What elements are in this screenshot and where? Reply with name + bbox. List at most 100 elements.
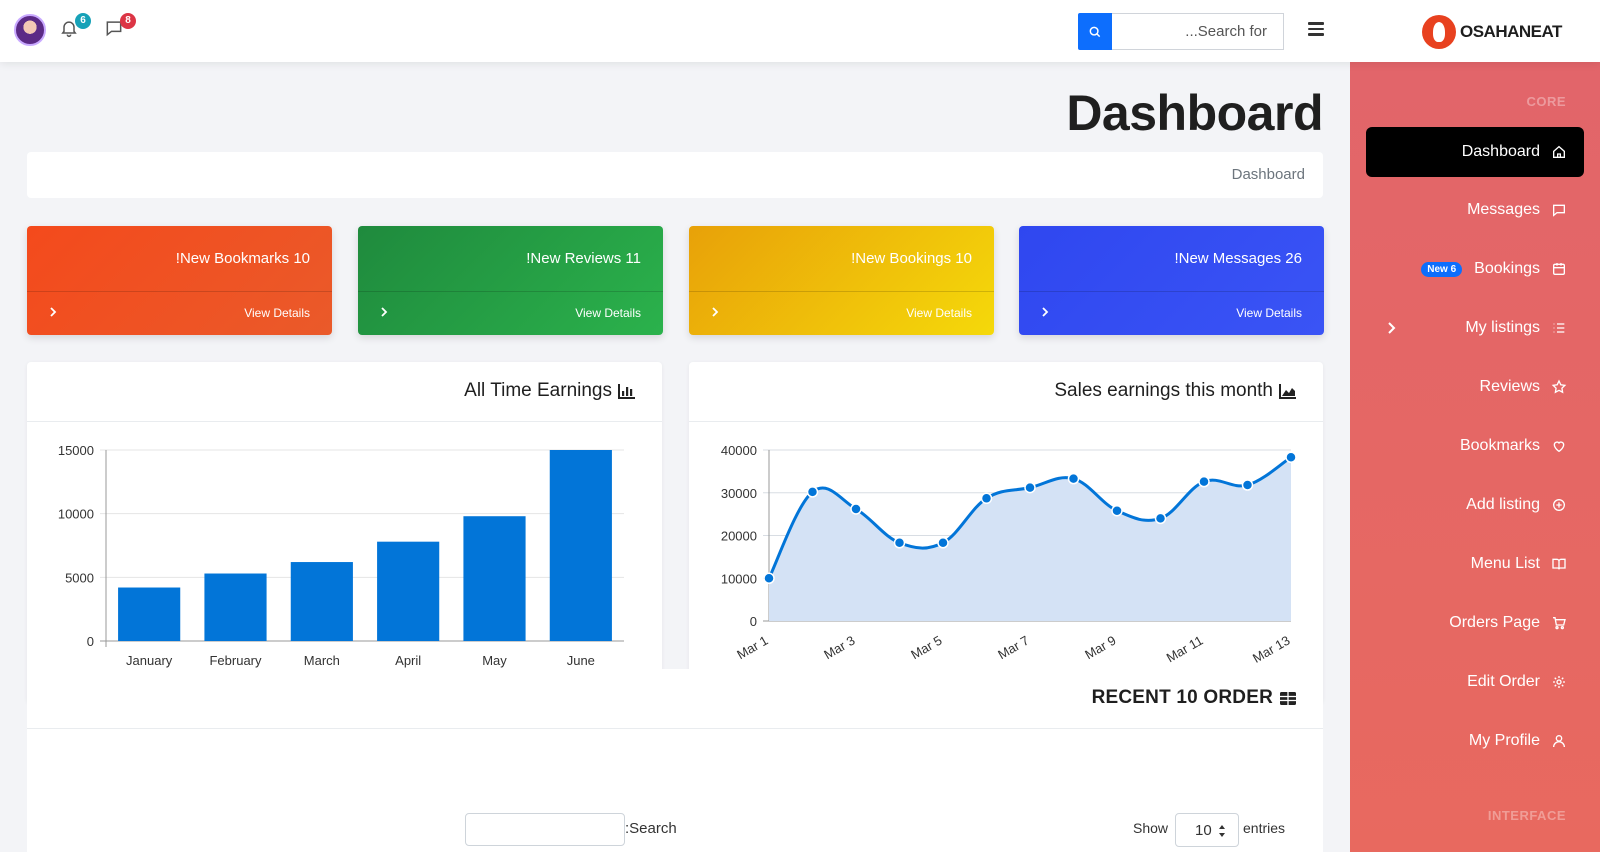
cart-icon (1550, 614, 1568, 632)
star-icon (1550, 378, 1568, 396)
search-button[interactable] (1078, 13, 1112, 50)
y-tick-label: 30000 (721, 486, 757, 501)
stat-title: !New Reviews 11 (526, 250, 641, 267)
area-chart-icon (1279, 384, 1296, 399)
data-point (806, 486, 819, 498)
sidebar-item-reviews[interactable]: Reviews (1366, 362, 1584, 412)
sidebar-item-label: Orders Page (1449, 614, 1540, 631)
bar (549, 450, 612, 641)
y-tick-label: 5000 (65, 570, 94, 585)
sales-chart-card: Sales earnings this month 0 10000 20000 300… (689, 362, 1323, 703)
sales-area-chart: 0 10000 20000 30000 40000 Mar 1 Mar 3 Mar 5 Mar … (721, 443, 1297, 666)
sidebar-heading-interface: INTERFACE (1487, 808, 1566, 823)
sidebar-item-my-profile[interactable]: My Profile (1366, 716, 1584, 766)
breadcrumb-item[interactable]: Dashboard (1232, 166, 1305, 183)
sidebar-item-bookings[interactable]: New 6 Bookings (1366, 244, 1584, 294)
data-point (1111, 504, 1123, 517)
earnings-bar-chart: 0 5000 10000 15000 January February March April… (58, 443, 624, 668)
top-navbar: 6 8 OSAHANEAT (0, 0, 1600, 62)
sidebar-item-label: Bookmarks (1459, 437, 1540, 454)
sidebar-item-menu-list[interactable]: Menu List (1366, 539, 1584, 589)
area-fill (769, 457, 1291, 621)
chevron-right-icon (1042, 307, 1049, 317)
data-point (1285, 451, 1297, 464)
sidebar-item-label: Add listing (1466, 496, 1540, 513)
view-details-link[interactable]: View Details (906, 306, 972, 320)
y-tick-label: 10000 (721, 571, 757, 586)
sidebar-item-orders-page[interactable]: Orders Page (1366, 598, 1584, 648)
stat-footer[interactable]: View Details (358, 291, 663, 335)
data-point (1024, 481, 1036, 494)
y-tick-label: 0 (750, 614, 757, 629)
bar (290, 562, 353, 641)
stat-footer[interactable]: View Details (27, 291, 332, 335)
x-tick-label: Mar 11 (1164, 633, 1206, 666)
x-tick-label: Mar 5 (908, 633, 944, 663)
x-tick-label: January (126, 653, 173, 668)
chevron-right-icon (712, 307, 719, 317)
sidebar: CORE Dashboard Messages New 6 Bookings M… (1350, 62, 1600, 852)
card-title: RECENT 10 ORDER (1092, 687, 1297, 709)
view-details-link[interactable]: View Details (244, 306, 310, 320)
menu-toggle-button[interactable] (1308, 22, 1324, 38)
stat-title: !New Messages 26 (1174, 250, 1302, 267)
table-search-input[interactable] (465, 813, 625, 846)
sidebar-heading-core: CORE (1526, 94, 1566, 109)
sidebar-item-bookmarks[interactable]: Bookmarks (1366, 421, 1584, 471)
sidebar-item-label: Reviews (1479, 378, 1540, 395)
breadcrumb: Dashboard (27, 152, 1323, 198)
sidebar-item-edit-order[interactable]: Edit Order (1366, 657, 1584, 707)
card-header: Sales earnings this month (689, 362, 1323, 422)
bar (377, 541, 440, 641)
x-tick-label: April (395, 653, 421, 668)
card-title-text: Sales earnings this month (1054, 380, 1273, 401)
brand-logo[interactable]: OSAHANEAT (1422, 14, 1562, 50)
sort-arrows-icon (1219, 825, 1225, 837)
y-tick-label: 40000 (721, 443, 757, 458)
data-point (893, 537, 906, 549)
sidebar-item-messages[interactable]: Messages (1366, 185, 1584, 235)
search-input[interactable] (1112, 13, 1284, 50)
x-tick-label: February (209, 653, 262, 668)
sidebar-item-my-listings[interactable]: My listings (1366, 303, 1584, 353)
x-tick-label: May (482, 653, 507, 668)
stat-footer[interactable]: View Details (689, 291, 994, 335)
table-icon (1280, 691, 1296, 705)
list-icon (1550, 319, 1568, 337)
bar (204, 573, 267, 641)
page-title: Dashboard (1066, 85, 1323, 141)
messages-button[interactable]: 8 (104, 13, 136, 42)
user-avatar[interactable] (14, 14, 46, 46)
sidebar-item-dashboard[interactable]: Dashboard (1366, 127, 1584, 177)
view-details-link[interactable]: View Details (1236, 306, 1302, 320)
x-tick-label: Mar 13 (1250, 633, 1293, 666)
entries-select[interactable]: 10 (1175, 813, 1239, 847)
view-details-link[interactable]: View Details (575, 306, 641, 320)
x-tick-label: Mar 7 (995, 633, 1031, 663)
stat-footer[interactable]: View Details (1019, 291, 1324, 335)
data-point (1154, 512, 1167, 525)
x-tick-label: Mar 9 (1082, 633, 1118, 663)
sidebar-item-label: My listings (1465, 319, 1540, 336)
gear-icon (1550, 673, 1568, 691)
search-icon (1089, 26, 1101, 37)
sidebar-item-add-listing[interactable]: Add listing (1366, 480, 1584, 530)
card-title-text: RECENT 10 ORDER (1091, 687, 1273, 708)
data-point (937, 537, 949, 549)
stat-title: !New Bookings 10 (851, 250, 972, 267)
sidebar-item-label: My Profile (1468, 732, 1540, 749)
data-point (1198, 475, 1210, 488)
bar (463, 516, 526, 641)
notifications-button[interactable]: 6 (59, 13, 91, 42)
messages-badge: 8 (120, 13, 136, 29)
data-point (763, 572, 775, 584)
card-header: RECENT 10 ORDER (27, 669, 1323, 729)
bar (118, 587, 181, 641)
chevron-right-icon (50, 307, 57, 317)
heart-icon (1550, 437, 1568, 455)
sidebar-item-label: Edit Order (1467, 673, 1540, 690)
entries-label: entries (1243, 820, 1286, 836)
data-point (1241, 479, 1254, 491)
stat-card-bookmarks: !New Bookmarks 10 View Details (27, 226, 332, 335)
y-tick-label: 10000 (58, 507, 94, 522)
